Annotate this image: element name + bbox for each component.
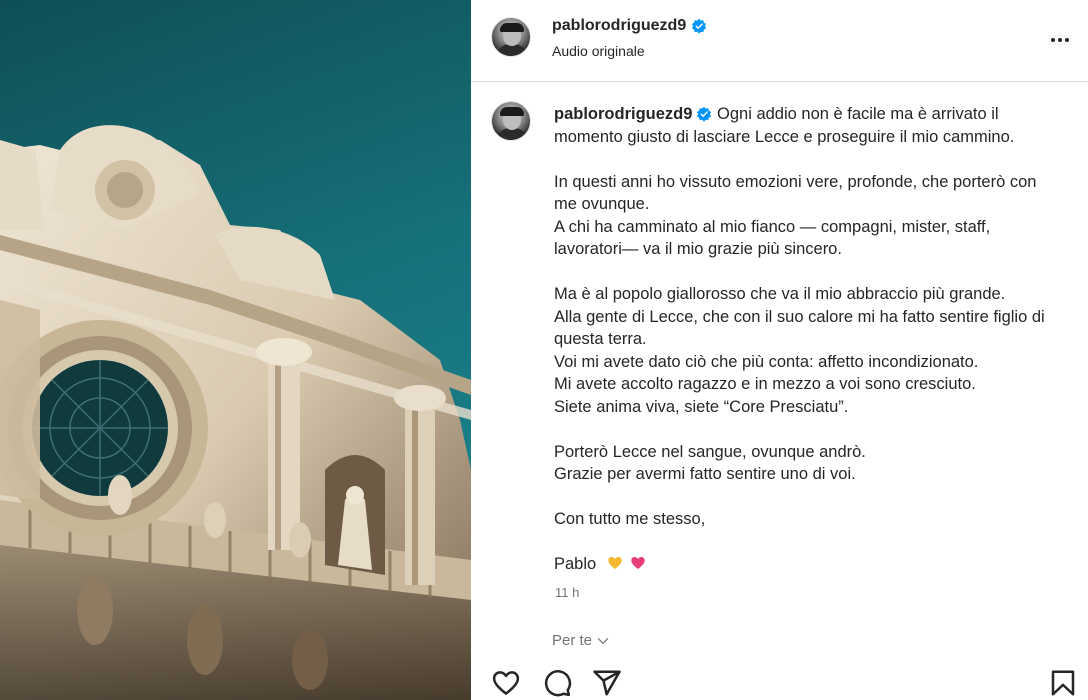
caption-line: Alla gente di Lecce, che con il suo calo…	[554, 307, 1045, 349]
caption-line: Mi avete accolto ragazzo e in mezzo a vo…	[554, 375, 976, 393]
post-timestamp[interactable]: 11 h	[555, 585, 579, 600]
see-translation-link[interactable]: Per te	[552, 632, 610, 649]
heart-icon[interactable]	[491, 668, 521, 698]
see-translation-label[interactable]: Per te	[552, 632, 592, 649]
post-detail-panel: pablorodriguezd9 Audio originale pabloro…	[471, 0, 1088, 700]
caption-text: pablorodriguezd9 Ogni addio non è facile…	[554, 103, 1054, 576]
signature-text: Pablo	[554, 555, 597, 573]
yellow-heart-icon	[608, 557, 622, 569]
comment-icon[interactable]	[542, 668, 572, 698]
more-horizontal-icon[interactable]	[1048, 28, 1072, 52]
church-facade-illustration	[0, 125, 471, 700]
header-username[interactable]: pablorodriguezd9	[552, 17, 707, 35]
post-media-image[interactable]	[0, 0, 471, 700]
pink-heart-icon	[631, 557, 646, 569]
caption-signature: Pablo	[554, 553, 1054, 576]
caption-first-paragraph: pablorodriguezd9 Ogni addio non è facile…	[554, 103, 1054, 148]
verified-badge-icon	[697, 106, 712, 122]
caption-line: Voi mi avete dato ciò che più conta: aff…	[554, 352, 979, 371]
caption-line: Ma è al popolo giallorosso che va il mio…	[554, 285, 1006, 303]
caption-line: A chi ha camminato al mio fianco — compa…	[554, 217, 991, 259]
caption-line: In questi anni ho vissuto emozioni vere,…	[554, 172, 1037, 214]
verified-badge-icon	[692, 18, 707, 34]
avatar[interactable]	[491, 17, 531, 57]
caption-avatar[interactable]	[491, 101, 531, 141]
bookmark-icon[interactable]	[1048, 668, 1078, 698]
audio-label[interactable]: Audio originale	[552, 43, 645, 59]
caption-line: Siete anima viva, siete “Core Presciatu”…	[554, 397, 849, 416]
chevron-down-icon	[597, 637, 609, 644]
post-actions-bar	[471, 660, 1088, 700]
caption-username[interactable]: pablorodriguezd9	[554, 105, 692, 123]
username-text[interactable]: pablorodriguezd9	[552, 17, 686, 35]
post-header: pablorodriguezd9 Audio originale	[471, 0, 1088, 82]
caption-section: pablorodriguezd9 Ogni addio non è facile…	[471, 83, 1088, 653]
caption-line: Grazie per avermi fatto sentire uno di v…	[554, 465, 856, 483]
caption-line: Con tutto me stesso,	[554, 510, 706, 528]
caption-line: Porterò Lecce nel sangue, ovunque andrò.	[554, 442, 866, 461]
share-icon[interactable]	[592, 668, 622, 698]
